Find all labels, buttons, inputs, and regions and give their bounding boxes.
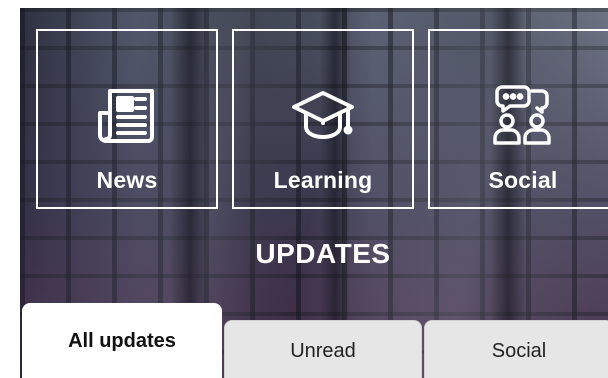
category-tile-social[interactable]: Social [428,29,608,209]
tab-label: Unread [290,340,356,362]
category-label-social: Social [488,167,558,193]
tab-label: All updates [68,329,176,352]
tab-social[interactable]: Social [424,320,608,378]
category-label-news: News [96,167,158,193]
newspaper-icon [98,89,154,143]
category-tile-news[interactable]: News [36,29,218,209]
tab-unread[interactable]: Unread [224,320,422,378]
graduation-cap-icon [292,91,354,139]
people-chat-icon [493,85,551,145]
tab-all-updates[interactable]: All updates [22,303,222,378]
tab-label: Social [491,340,547,362]
category-tile-learning[interactable]: Learning [232,29,414,209]
category-label-learning: Learning [273,167,373,193]
section-title: UPDATES [255,238,391,269]
updates-screen: News Learning Social UPDATES All updates… [0,0,608,378]
